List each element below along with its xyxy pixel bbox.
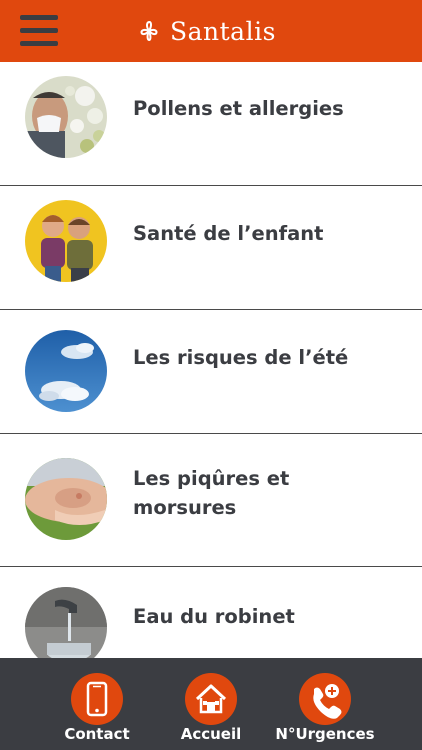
piqures-label: Les piqûres et morsures — [133, 464, 402, 522]
eau-robinet-label: Eau du robinet — [133, 605, 295, 628]
urgences-label: N°Urgences — [275, 725, 375, 743]
phone-plus-icon — [299, 673, 351, 725]
contact-button[interactable]: Contact — [37, 658, 157, 750]
list-item-piqures-morsures[interactable]: Les piqûres et morsures — [0, 434, 422, 567]
pollens-thumbnail — [25, 76, 107, 158]
santalis-logo-icon — [140, 21, 158, 41]
list-item-eau-robinet[interactable]: Eau du robinet — [0, 567, 422, 658]
urgences-button[interactable]: N°Urgences — [265, 658, 385, 750]
piqures-label-line-1: Les piqûres et — [133, 467, 290, 490]
accueil-label: Accueil — [180, 725, 242, 743]
brand: Santalis — [134, 14, 276, 48]
app-header: Santalis — [0, 0, 422, 62]
accueil-button[interactable]: Accueil — [151, 658, 271, 750]
brand-name: Santalis — [170, 16, 276, 46]
sante-enfant-thumbnail — [25, 200, 107, 282]
home-icon — [185, 673, 237, 725]
mobile-phone-icon — [71, 673, 123, 725]
list-item-pollens[interactable]: Pollens et allergies — [0, 62, 422, 186]
risques-ete-label: Les risques de l’été — [133, 346, 349, 369]
list-item-sante-enfant[interactable]: Santé de l’enfant — [0, 186, 422, 310]
category-list: Pollens et allergies Santé de l’enfant L… — [0, 62, 422, 658]
contact-label: Contact — [64, 725, 130, 743]
risques-ete-thumbnail — [25, 330, 107, 412]
list-item-risques-ete[interactable]: Les risques de l’été — [0, 310, 422, 434]
eau-robinet-thumbnail — [25, 587, 107, 658]
piqures-thumbnail — [25, 458, 107, 540]
pollens-label: Pollens et allergies — [133, 97, 344, 120]
sante-enfant-label: Santé de l’enfant — [133, 222, 324, 245]
bottom-navigation: Contact Accueil N°Urgences — [0, 658, 422, 750]
hamburger-menu-icon[interactable] — [20, 14, 58, 48]
piqures-label-line-2: morsures — [133, 496, 237, 519]
